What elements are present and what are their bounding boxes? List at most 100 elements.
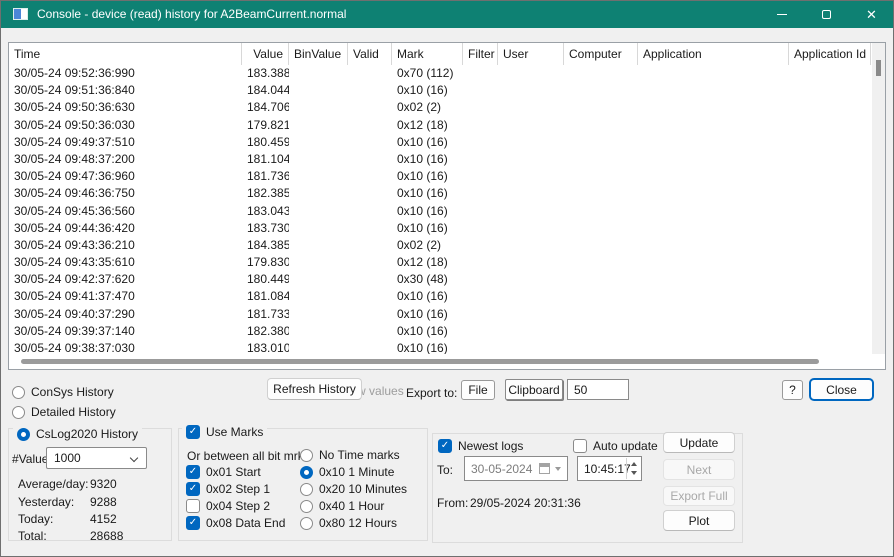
maximize-button[interactable] bbox=[804, 0, 849, 28]
close-button[interactable]: Close bbox=[809, 378, 874, 401]
table-cell bbox=[498, 151, 564, 168]
radio-icon bbox=[12, 406, 25, 419]
table-cell bbox=[348, 151, 392, 168]
refresh-history-button[interactable]: Refresh History bbox=[267, 378, 362, 400]
table-row[interactable]: 30/05-24 09:52:36:990183.3880x70 (112) bbox=[9, 65, 872, 82]
table-cell bbox=[638, 185, 789, 202]
stat-total-value: 28688 bbox=[90, 529, 123, 543]
table-row[interactable]: 30/05-24 09:40:37:290181.7330x10 (16) bbox=[9, 306, 872, 323]
export-clipboard-button[interactable]: Clipboard bbox=[505, 379, 563, 400]
column-header[interactable]: Mark bbox=[392, 43, 463, 65]
table-row[interactable]: 30/05-24 09:43:35:610179.8300x12 (18) bbox=[9, 254, 872, 271]
checkbox-newest-logs[interactable]: ✓ Newest logs bbox=[434, 438, 527, 454]
time-spinner[interactable] bbox=[626, 458, 640, 479]
table-row[interactable]: 30/05-24 09:50:36:630184.7060x02 (2) bbox=[9, 99, 872, 116]
table-cell bbox=[498, 271, 564, 288]
table-row[interactable]: 30/05-24 09:50:36:030179.8210x12 (18) bbox=[9, 117, 872, 134]
table-row[interactable]: 30/05-24 09:51:36:840184.0440x10 (16) bbox=[9, 82, 872, 99]
horizontal-scrollbar[interactable] bbox=[9, 354, 872, 369]
values-dropdown-value: 1000 bbox=[54, 451, 81, 465]
radio-no-time-marks[interactable]: No Time marks bbox=[300, 447, 400, 463]
table-cell: 0x10 (16) bbox=[392, 340, 463, 354]
vertical-scrollbar-thumb[interactable] bbox=[876, 60, 881, 76]
table-cell bbox=[289, 82, 348, 99]
column-header[interactable]: BinValue bbox=[289, 43, 348, 65]
checkbox-bit-dataend[interactable]: ✓ 0x08 Data End bbox=[186, 515, 285, 531]
checkbox-checked-icon: ✓ bbox=[186, 516, 200, 530]
table-row[interactable]: 30/05-24 09:39:37:140182.3800x10 (16) bbox=[9, 323, 872, 340]
radio-time-1hour[interactable]: 0x40 1 Hour bbox=[300, 498, 384, 514]
table-row[interactable]: 30/05-24 09:41:37:470181.0840x10 (16) bbox=[9, 288, 872, 305]
to-date-value: 30-05-2024 bbox=[471, 462, 532, 476]
radio-icon bbox=[300, 483, 313, 496]
radio-time-12hours[interactable]: 0x80 12 Hours bbox=[300, 515, 397, 531]
table-row[interactable]: 30/05-24 09:45:36:560183.0430x10 (16) bbox=[9, 203, 872, 220]
radio-selected-icon bbox=[300, 466, 313, 479]
radio-consys-history[interactable]: ConSys History bbox=[12, 384, 114, 400]
table-cell bbox=[789, 99, 871, 116]
export-file-button[interactable]: File bbox=[461, 380, 495, 400]
checkbox-bit-step1[interactable]: ✓ 0x02 Step 1 bbox=[186, 481, 270, 497]
table-row[interactable]: 30/05-24 09:42:37:620180.4490x30 (48) bbox=[9, 271, 872, 288]
stat-today-label: Today: bbox=[18, 512, 90, 526]
minimize-button[interactable] bbox=[759, 0, 804, 28]
plot-button[interactable]: Plot bbox=[663, 510, 735, 531]
table-cell bbox=[348, 185, 392, 202]
table-cell bbox=[789, 323, 871, 340]
table-cell bbox=[789, 65, 871, 82]
to-time-input[interactable]: 10:45:17 bbox=[577, 456, 642, 481]
export-count-input[interactable]: 50 bbox=[567, 379, 629, 400]
table-row[interactable]: 30/05-24 09:48:37:200181.1040x10 (16) bbox=[9, 151, 872, 168]
table-row[interactable]: 30/05-24 09:49:37:510180.4590x10 (16) bbox=[9, 134, 872, 151]
table-cell bbox=[348, 306, 392, 323]
column-header[interactable]: Filter bbox=[463, 43, 498, 65]
horizontal-scrollbar-thumb[interactable] bbox=[21, 359, 819, 364]
stat-total: Total:28688 bbox=[18, 529, 123, 543]
radio-cslog2020-history[interactable]: CsLog2020 History bbox=[13, 426, 142, 442]
table-cell bbox=[638, 288, 789, 305]
table-cell: 180.459 bbox=[242, 134, 289, 151]
table-row[interactable]: 30/05-24 09:44:36:420183.7300x10 (16) bbox=[9, 220, 872, 237]
table-cell bbox=[463, 271, 498, 288]
table-cell bbox=[348, 168, 392, 185]
table-cell: 182.385 bbox=[242, 185, 289, 202]
radio-time-1minute[interactable]: 0x10 1 Minute bbox=[300, 464, 394, 480]
to-time-value: 10:45:17 bbox=[584, 462, 631, 476]
table-cell: 184.044 bbox=[242, 82, 289, 99]
column-header[interactable]: User bbox=[498, 43, 564, 65]
checkbox-bit-step2[interactable]: 0x04 Step 2 bbox=[186, 498, 270, 514]
export-full-button[interactable]: Export Full bbox=[663, 486, 735, 506]
vertical-scrollbar[interactable] bbox=[872, 43, 885, 354]
column-header[interactable]: Value bbox=[242, 43, 289, 65]
table-cell bbox=[638, 99, 789, 116]
column-header[interactable]: Valid bbox=[348, 43, 392, 65]
radio-time-10minutes[interactable]: 0x20 10 Minutes bbox=[300, 481, 407, 497]
table-row[interactable]: 30/05-24 09:38:37:030183.0100x10 (16) bbox=[9, 340, 872, 354]
help-button[interactable]: ? bbox=[782, 380, 803, 400]
table-row[interactable]: 30/05-24 09:46:36:750182.3850x10 (16) bbox=[9, 185, 872, 202]
table-cell: 183.010 bbox=[242, 340, 289, 354]
table-cell bbox=[564, 203, 638, 220]
column-header[interactable]: Application bbox=[638, 43, 789, 65]
table-cell bbox=[463, 117, 498, 134]
to-label: To: bbox=[437, 463, 453, 477]
checkbox-auto-update[interactable]: Auto update bbox=[573, 438, 658, 454]
close-icon: ✕ bbox=[866, 8, 877, 21]
column-header[interactable]: Time bbox=[9, 43, 242, 65]
values-dropdown[interactable]: 1000 bbox=[46, 447, 147, 469]
checkbox-use-marks[interactable]: ✓ Use Marks bbox=[182, 424, 267, 440]
close-window-button[interactable]: ✕ bbox=[849, 0, 894, 28]
to-date-picker[interactable]: 30-05-2024 bbox=[464, 456, 568, 481]
checkbox-bit-start[interactable]: ✓ 0x01 Start bbox=[186, 464, 261, 480]
radio-cslog2020-history-label: CsLog2020 History bbox=[36, 427, 138, 441]
stat-average-label: Average/day: bbox=[18, 477, 90, 491]
column-header[interactable]: Computer bbox=[564, 43, 638, 65]
column-header[interactable]: Application Id bbox=[789, 43, 871, 65]
table-cell: 179.821 bbox=[242, 117, 289, 134]
next-button[interactable]: Next bbox=[663, 459, 735, 480]
table-row[interactable]: 30/05-24 09:47:36:960181.7360x10 (16) bbox=[9, 168, 872, 185]
table-cell bbox=[789, 340, 871, 354]
radio-detailed-history[interactable]: Detailed History bbox=[12, 404, 116, 420]
table-row[interactable]: 30/05-24 09:43:36:210184.3850x02 (2) bbox=[9, 237, 872, 254]
update-button[interactable]: Update bbox=[663, 432, 735, 453]
